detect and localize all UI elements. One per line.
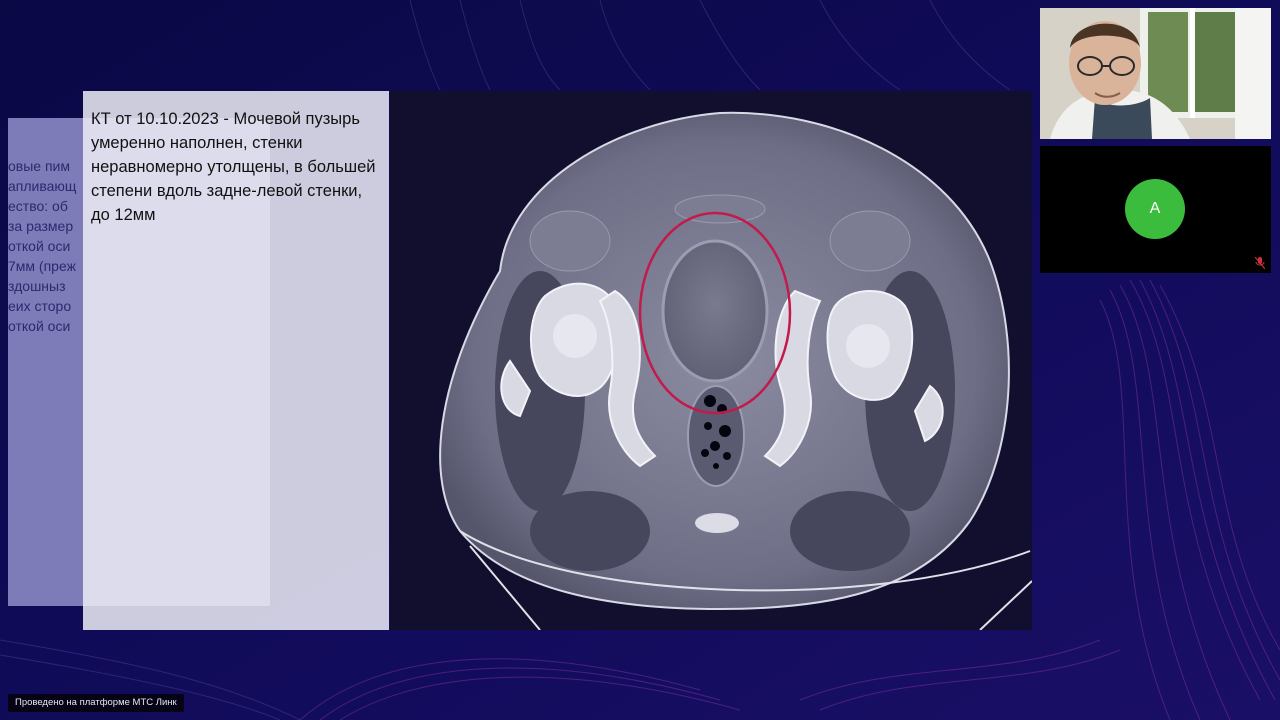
- participant-video-feed: [1040, 8, 1271, 139]
- participant-avatar-tile[interactable]: А: [1040, 146, 1271, 273]
- ghost-text-line: откой оси: [8, 238, 71, 254]
- mic-off-icon: [1255, 257, 1265, 269]
- ct-scan-image: [390, 91, 1032, 630]
- slide-text-box: КТ от 10.10.2023 - Мочевой пузырь умерен…: [83, 91, 389, 630]
- slide-main-text: КТ от 10.10.2023 - Мочевой пузырь умерен…: [91, 110, 376, 224]
- ghost-text-line: еих сторо: [8, 298, 72, 314]
- ghost-text-line: здошныз: [8, 278, 66, 294]
- ghost-text-line: 7мм (преж: [8, 258, 76, 274]
- platform-badge: Проведено на платформе МТС Линк: [8, 694, 184, 712]
- ghost-text-line: овые пим: [8, 158, 70, 174]
- ghost-text-line: откой оси: [8, 318, 71, 334]
- ghost-text-line: апливающ: [8, 178, 77, 194]
- avatar: А: [1125, 179, 1185, 239]
- ct-scan-drawing: [439, 111, 1032, 630]
- ghost-text-line: за размер: [8, 218, 74, 234]
- ghost-text-line: ество: об: [8, 198, 68, 214]
- participant-video-tile[interactable]: [1040, 8, 1271, 139]
- video-conference-stage: овые пим апливающ ество: об за размер от…: [0, 0, 1280, 720]
